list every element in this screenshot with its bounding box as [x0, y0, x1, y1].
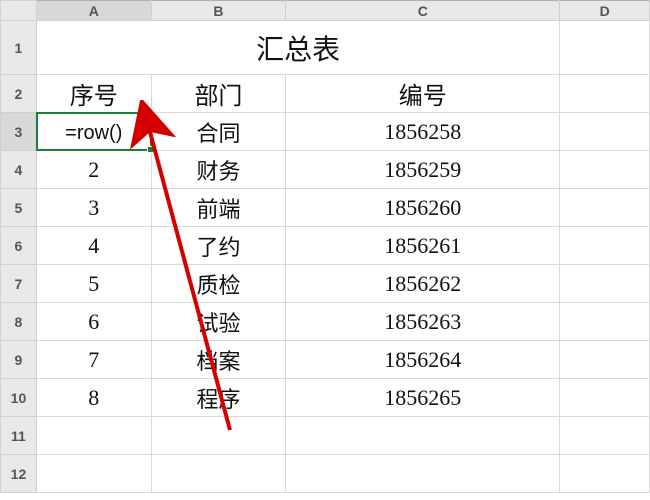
cell[interactable]: [560, 303, 650, 341]
cell[interactable]: 1856259: [286, 151, 560, 189]
cell[interactable]: [560, 75, 650, 113]
title-cell[interactable]: 汇总表: [36, 21, 559, 75]
row-header[interactable]: 12: [1, 455, 37, 493]
row-header[interactable]: 9: [1, 341, 37, 379]
cell[interactable]: 1856264: [286, 341, 560, 379]
column-header-A[interactable]: A: [36, 1, 151, 21]
cell[interactable]: [560, 189, 650, 227]
cell[interactable]: 5: [36, 265, 151, 303]
row-header[interactable]: 8: [1, 303, 37, 341]
cell[interactable]: [560, 341, 650, 379]
header-code[interactable]: 编号: [286, 75, 560, 113]
row-header[interactable]: 5: [1, 189, 37, 227]
formula-text: =row(): [65, 122, 122, 144]
row-header[interactable]: 7: [1, 265, 37, 303]
cell[interactable]: 1856265: [286, 379, 560, 417]
cell[interactable]: [560, 455, 650, 493]
row-header[interactable]: 10: [1, 379, 37, 417]
spreadsheet-grid: A B C D 1 汇总表 2 序号 部门 编号 3 =row() 合同 185…: [0, 0, 650, 493]
cell[interactable]: [560, 265, 650, 303]
cell[interactable]: 了约: [151, 227, 286, 265]
cell[interactable]: [560, 227, 650, 265]
cell[interactable]: 1856262: [286, 265, 560, 303]
row-header[interactable]: 6: [1, 227, 37, 265]
header-dept[interactable]: 部门: [151, 75, 286, 113]
cell[interactable]: [560, 379, 650, 417]
cell[interactable]: 1856261: [286, 227, 560, 265]
cell[interactable]: 前端: [151, 189, 286, 227]
row-header[interactable]: 1: [1, 21, 37, 75]
column-header-B[interactable]: B: [151, 1, 286, 21]
cell[interactable]: 质检: [151, 265, 286, 303]
cell[interactable]: [36, 417, 151, 455]
cell[interactable]: 合同: [151, 113, 286, 151]
cell[interactable]: [560, 151, 650, 189]
cell[interactable]: 程序: [151, 379, 286, 417]
select-all-corner[interactable]: [1, 1, 37, 21]
cell[interactable]: 2: [36, 151, 151, 189]
cell[interactable]: 4: [36, 227, 151, 265]
active-cell-A3[interactable]: =row(): [36, 113, 151, 151]
cell[interactable]: [36, 455, 151, 493]
cell[interactable]: [151, 455, 286, 493]
cell[interactable]: [560, 113, 650, 151]
row-header[interactable]: 4: [1, 151, 37, 189]
cell[interactable]: [151, 417, 286, 455]
cell[interactable]: 3: [36, 189, 151, 227]
row-header[interactable]: 11: [1, 417, 37, 455]
cell[interactable]: 1856258: [286, 113, 560, 151]
cell[interactable]: 试验: [151, 303, 286, 341]
cell[interactable]: 6: [36, 303, 151, 341]
cell[interactable]: [560, 21, 650, 75]
cell[interactable]: 财务: [151, 151, 286, 189]
column-header-D[interactable]: D: [560, 1, 650, 21]
cell[interactable]: 1856263: [286, 303, 560, 341]
cell[interactable]: 档案: [151, 341, 286, 379]
row-header[interactable]: 2: [1, 75, 37, 113]
cell[interactable]: [560, 417, 650, 455]
header-seq[interactable]: 序号: [36, 75, 151, 113]
cell[interactable]: [286, 455, 560, 493]
row-header[interactable]: 3: [1, 113, 37, 151]
cell[interactable]: 1856260: [286, 189, 560, 227]
cell[interactable]: 8: [36, 379, 151, 417]
column-header-C[interactable]: C: [286, 1, 560, 21]
cell[interactable]: 7: [36, 341, 151, 379]
cell[interactable]: [286, 417, 560, 455]
